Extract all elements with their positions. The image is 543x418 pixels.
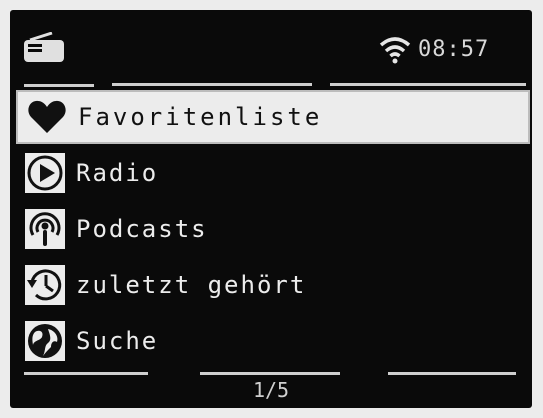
- divider: [200, 372, 340, 375]
- divider: [330, 83, 526, 86]
- wifi-icon: [378, 34, 412, 68]
- menu-item-label: Favoritenliste: [78, 103, 323, 131]
- menu-item-label: Radio: [76, 159, 159, 187]
- radio-icon: [22, 31, 66, 68]
- divider: [112, 83, 312, 86]
- podcast-icon: [22, 206, 68, 252]
- divider: [24, 372, 148, 375]
- menu-item-label: Podcasts: [76, 215, 208, 243]
- divider: [388, 372, 516, 375]
- device-screen: 08:57 Favoritenliste Radio Podcasts zule…: [10, 10, 532, 408]
- menu-item-podcasts[interactable]: Podcasts: [16, 202, 530, 256]
- menu-item-favoritenliste[interactable]: Favoritenliste: [16, 90, 530, 144]
- page-indicator: 1/5: [252, 378, 290, 402]
- clock-time: 08:57: [418, 37, 490, 62]
- menu-item-label: zuletzt gehört: [76, 271, 307, 299]
- globe-icon: [22, 318, 68, 364]
- status-bar: 08:57: [10, 10, 532, 88]
- menu-item-zuletzt-gehoert[interactable]: zuletzt gehört: [16, 258, 530, 312]
- divider: [24, 84, 94, 87]
- main-menu: Favoritenliste Radio Podcasts zuletzt ge…: [16, 90, 530, 370]
- menu-item-radio[interactable]: Radio: [16, 146, 530, 200]
- heart-icon: [24, 94, 70, 140]
- clock-icon: [22, 262, 68, 308]
- menu-item-suche[interactable]: Suche: [16, 314, 530, 368]
- menu-item-label: Suche: [76, 327, 159, 355]
- play-icon: [22, 150, 68, 196]
- device-bezel: 08:57 Favoritenliste Radio Podcasts zule…: [0, 0, 543, 418]
